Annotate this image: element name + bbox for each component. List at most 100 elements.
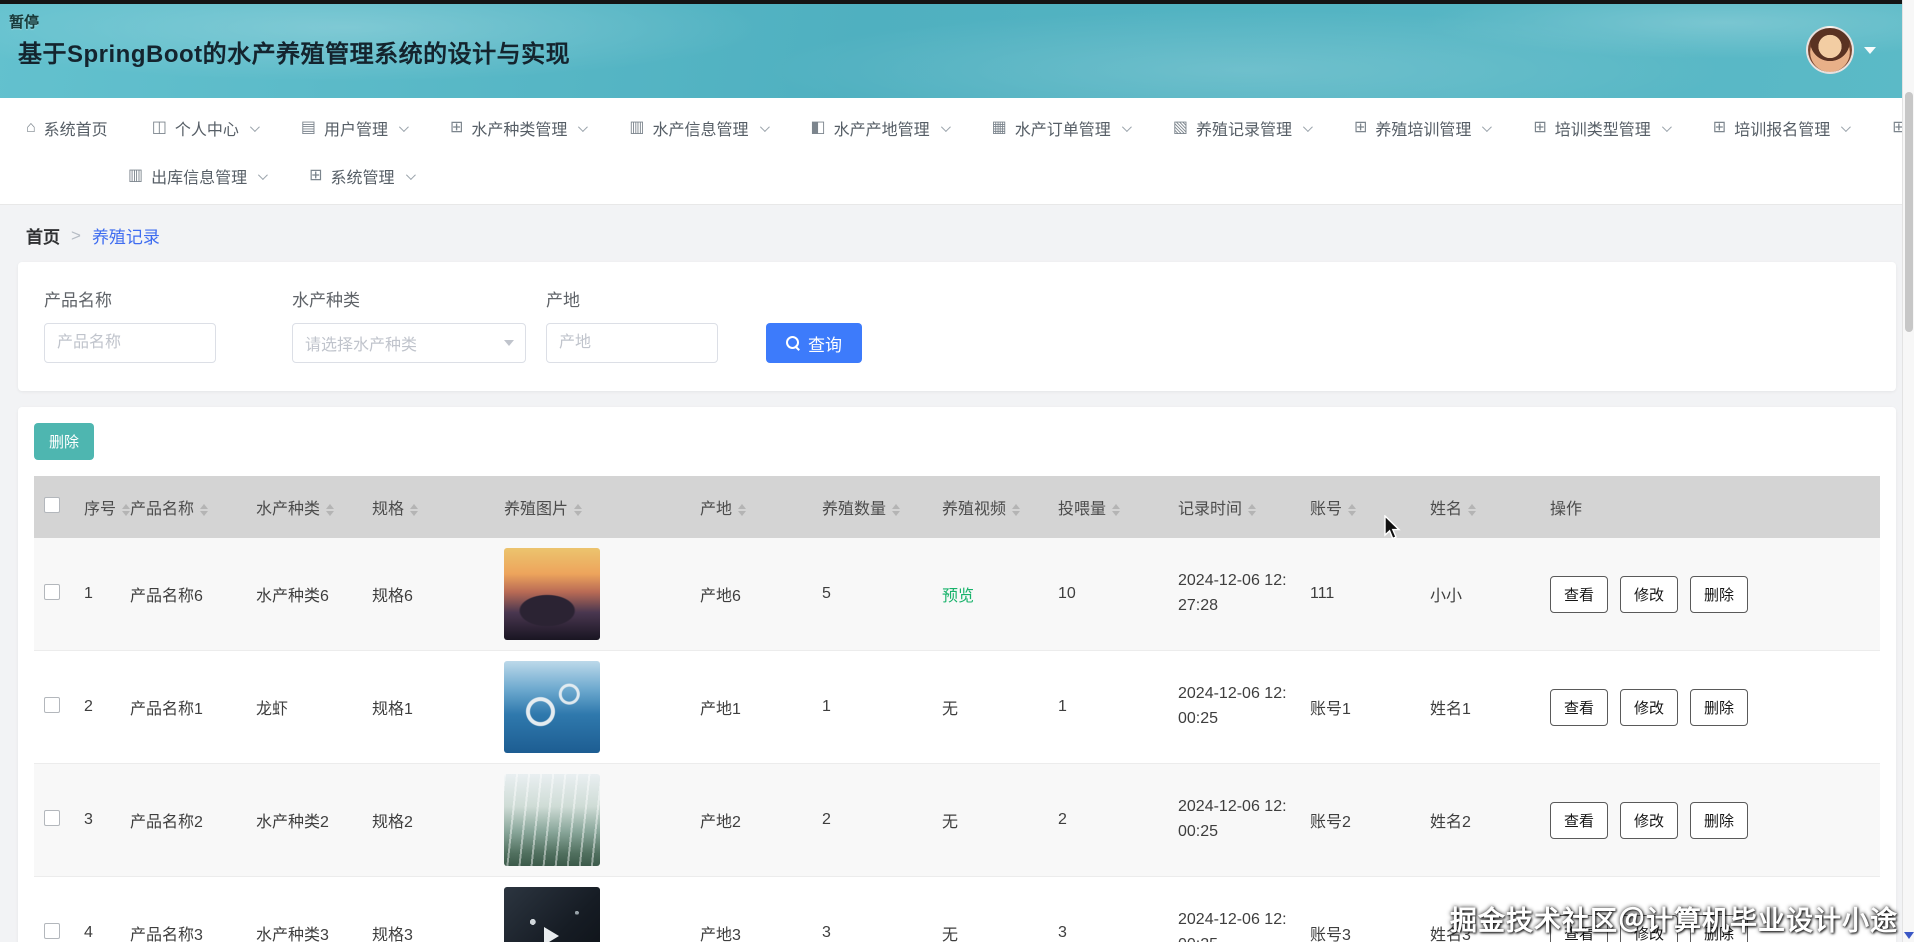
page-title: 基于SpringBoot的水产养殖管理系统的设计与实现 — [18, 41, 571, 68]
scrollbar-thumb[interactable] — [1905, 92, 1913, 332]
video-preview-link[interactable]: 预览 — [942, 588, 974, 605]
edit-button[interactable]: 修改 — [1620, 801, 1679, 839]
sort-icon[interactable] — [1468, 503, 1477, 516]
field-origin: 产地 — [546, 286, 718, 363]
sort-icon[interactable] — [1012, 503, 1021, 516]
row-checkbox[interactable] — [44, 696, 60, 713]
row-checkbox[interactable] — [44, 809, 60, 826]
sort-desc-icon — [1468, 510, 1477, 516]
view-button[interactable]: 查看 — [1550, 801, 1609, 839]
scroll-down-arrow[interactable] — [1904, 932, 1914, 939]
aqua-type-select[interactable]: 请选择水产种类 — [292, 323, 526, 363]
edit-button[interactable]: 修改 — [1620, 688, 1679, 726]
grid-icon: ⊞ — [1353, 119, 1368, 136]
query-button[interactable]: 查询 — [766, 323, 862, 363]
breadcrumb-home[interactable]: 首页 — [26, 223, 60, 248]
product-name-input[interactable] — [44, 323, 216, 363]
nav-item-training-signup-mgmt[interactable]: ⊞ 培训报名管理 — [1713, 116, 1852, 140]
avatar[interactable] — [1806, 26, 1854, 74]
chevron-down-icon — [1482, 121, 1493, 132]
sort-icon[interactable] — [1248, 503, 1257, 516]
nav-item-breeding-training-mgmt[interactable]: ⊞ 养殖培训管理 — [1353, 116, 1493, 140]
row-checkbox[interactable] — [44, 922, 60, 939]
sort-icon[interactable] — [122, 503, 131, 516]
sort-icon[interactable] — [200, 503, 209, 516]
column-header-0: 序号 — [74, 476, 131, 538]
nav-item-training-type-mgmt[interactable]: ⊞ 培训类型管理 — [1533, 116, 1672, 140]
sort-icon[interactable] — [410, 503, 419, 516]
user-menu[interactable] — [1806, 26, 1876, 74]
delete-button[interactable]: 删除 — [1690, 575, 1749, 613]
nav-item-label: 出库信息管理 — [151, 170, 248, 187]
nav-item-system-home[interactable]: ⌂ 系统首页 — [26, 116, 108, 140]
cell-index: 4 — [74, 876, 120, 942]
message-icon: ▤ — [300, 119, 316, 136]
cell-record-time: 2024-12-06 12:27:28 — [1168, 538, 1300, 651]
sort-icon[interactable] — [574, 503, 583, 516]
column-header-label: 产地 — [700, 501, 733, 518]
cell-breed-image — [494, 876, 690, 942]
cell-person-name: 姓名1 — [1420, 650, 1540, 764]
delete-button[interactable]: 删除 — [1690, 688, 1749, 726]
search-panel: 产品名称 水产种类 请选择水产种类 产地 查询 — [18, 262, 1896, 391]
select-all-checkbox[interactable] — [44, 496, 60, 513]
view-button[interactable]: 查看 — [1550, 688, 1609, 726]
nav-item-label: 水产产地管理 — [833, 122, 930, 139]
column-header-8: 投喂量 — [1048, 476, 1168, 538]
view-button[interactable]: 查看 — [1550, 575, 1609, 613]
sort-icon[interactable] — [326, 503, 335, 516]
row-checkbox[interactable] — [44, 583, 60, 600]
nav-item-outbound-info-mgmt[interactable]: ▥ 出库信息管理 — [128, 164, 269, 188]
cell-actions: 查看 修改 删除 — [1540, 538, 1880, 651]
nav-item-system-mgmt[interactable]: ⊞ 系统管理 — [309, 164, 416, 188]
nav-item-personal-center[interactable]: ◫ 个人中心 — [152, 116, 260, 140]
breed-image-thumbnail[interactable] — [504, 774, 600, 866]
nav-item-breeding-record-mgmt[interactable]: ▧ 养殖记录管理 — [1173, 116, 1313, 140]
cell-product-name: 产品名称6 — [120, 538, 246, 651]
sort-asc-icon — [1468, 503, 1477, 509]
cell-person-name: 姓名3 — [1420, 876, 1540, 942]
nav-item-label: 培训报名管理 — [1734, 122, 1831, 139]
cell-account: 111 — [1300, 538, 1420, 651]
cell-account: 账号1 — [1300, 650, 1420, 764]
cell-actions: 查看 修改 删除 — [1540, 763, 1880, 877]
breed-image-thumbnail[interactable] — [504, 548, 600, 640]
edit-button[interactable]: 修改 — [1620, 914, 1679, 942]
cell-breed-video: 预览 — [932, 538, 1048, 651]
grid-icon: ⊞ — [449, 119, 464, 136]
cell-aqua-type: 水产种类6 — [246, 538, 362, 651]
sort-asc-icon — [892, 503, 901, 509]
sort-icon[interactable] — [1112, 503, 1121, 516]
delete-button[interactable]: 删除 — [1690, 801, 1749, 839]
cell-origin: 产地3 — [690, 876, 812, 942]
nav-item-user-mgmt[interactable]: ▤ 用户管理 — [300, 116, 409, 140]
sort-icon[interactable] — [738, 503, 747, 516]
sort-desc-icon — [326, 510, 335, 516]
sort-desc-icon — [1248, 510, 1257, 516]
delete-button[interactable]: 删除 — [1690, 914, 1749, 942]
sort-asc-icon — [200, 503, 209, 509]
column-header-4: 养殖图片 — [494, 476, 690, 538]
chevron-down-icon — [1661, 121, 1672, 132]
breed-image-thumbnail[interactable] — [504, 661, 600, 753]
origin-input[interactable] — [546, 323, 718, 363]
field-label: 水产种类 — [292, 291, 360, 310]
breed-image-thumbnail[interactable] — [504, 887, 600, 942]
sort-icon[interactable] — [892, 503, 901, 516]
nav-item-aqua-info-mgmt[interactable]: ▥ 水产信息管理 — [629, 116, 770, 140]
cell-account: 账号3 — [1300, 876, 1420, 942]
view-button[interactable]: 查看 — [1550, 914, 1609, 942]
document-icon: ▥ — [629, 119, 645, 136]
sort-icon[interactable] — [1348, 503, 1357, 516]
cell-origin: 产地2 — [690, 763, 812, 877]
cell-account: 账号2 — [1300, 763, 1420, 877]
nav-item-label: 养殖培训管理 — [1375, 122, 1472, 139]
breadcrumb-current[interactable]: 养殖记录 — [92, 223, 160, 248]
edit-button[interactable]: 修改 — [1620, 575, 1679, 613]
nav-item-aqua-origin-mgmt[interactable]: ◧ 水产产地管理 — [811, 116, 951, 140]
bulk-delete-button[interactable]: 删除 — [34, 423, 95, 460]
nav-item-aqua-type-mgmt[interactable]: ⊞ 水产种类管理 — [449, 116, 589, 140]
sort-asc-icon — [410, 503, 419, 509]
cell-breed-count: 5 — [812, 538, 932, 651]
nav-item-aqua-order-mgmt[interactable]: ▦ 水产订单管理 — [992, 116, 1132, 140]
